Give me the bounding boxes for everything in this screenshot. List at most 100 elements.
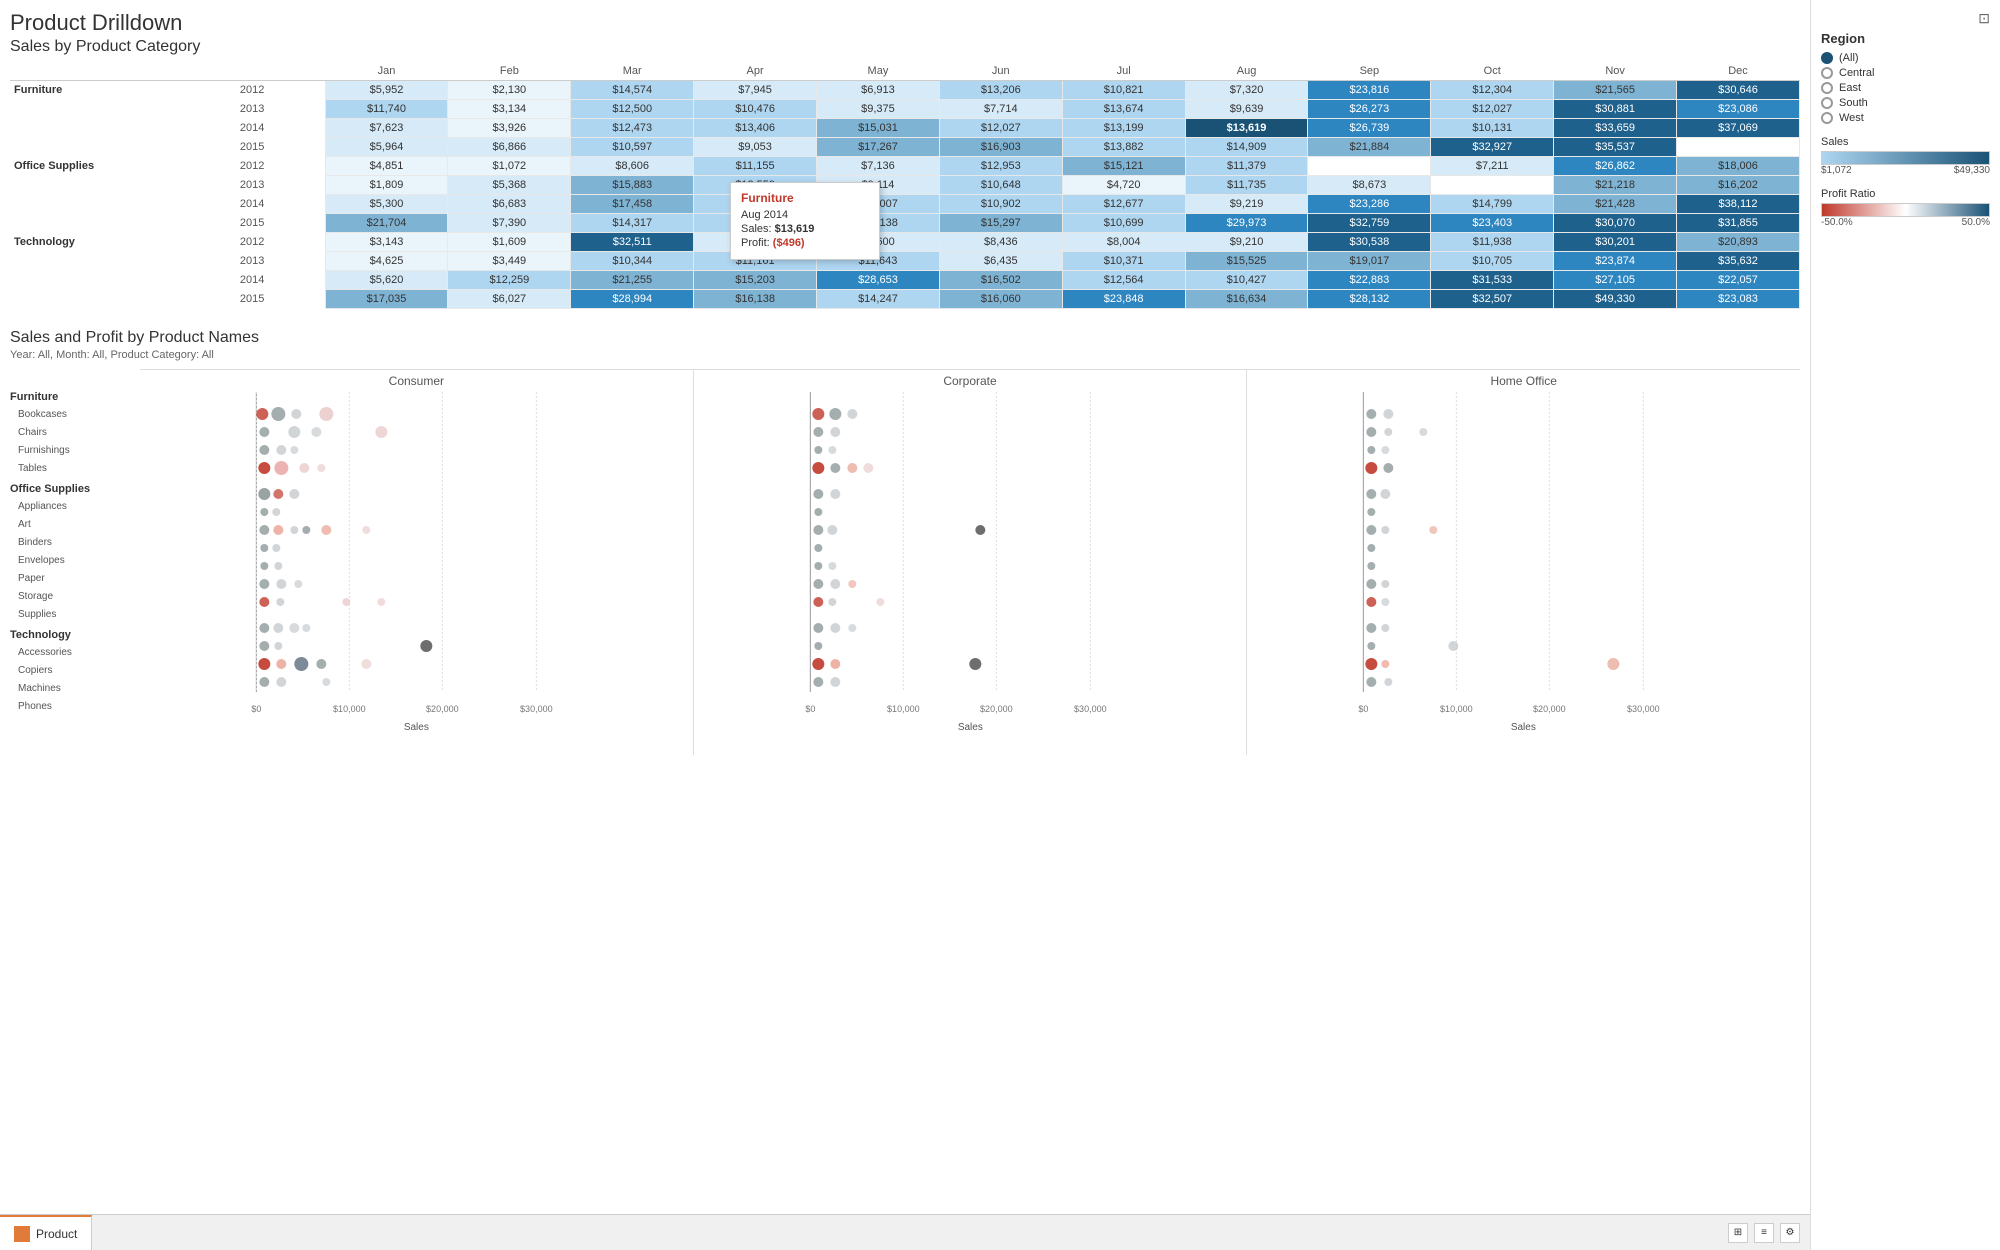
grid-view-btn[interactable]: ⊞ <box>1728 1223 1748 1243</box>
table-row[interactable]: $12,259 <box>448 271 571 290</box>
table-row[interactable]: $10,371 <box>1062 252 1185 271</box>
table-row[interactable]: $9,375 <box>817 100 940 119</box>
table-row[interactable]: $14,247 <box>817 290 940 309</box>
table-row[interactable]: $12,304 <box>1431 81 1554 100</box>
table-row[interactable]: $13,199 <box>1062 119 1185 138</box>
table-row[interactable]: $26,862 <box>1554 157 1677 176</box>
table-row[interactable]: $32,927 <box>1431 138 1554 157</box>
table-row[interactable]: $3,143 <box>325 233 448 252</box>
table-row[interactable]: $7,136 <box>817 157 940 176</box>
table-row[interactable]: $23,816 <box>1308 81 1431 100</box>
table-row[interactable]: $14,574 <box>571 81 694 100</box>
table-row[interactable]: $14,909 <box>1185 138 1308 157</box>
region-all-item[interactable]: (All) <box>1821 52 1990 64</box>
table-row[interactable]: $3,449 <box>448 252 571 271</box>
table-row[interactable]: $9,639 <box>1185 100 1308 119</box>
table-row[interactable]: $16,903 <box>939 138 1062 157</box>
region-east-item[interactable]: East <box>1821 82 1990 94</box>
product-tab[interactable]: Product <box>0 1215 92 1250</box>
table-row[interactable] <box>1677 138 1800 157</box>
table-row[interactable]: $13,619 <box>1185 119 1308 138</box>
region-central-item[interactable]: Central <box>1821 67 1990 79</box>
table-row[interactable]: $7,945 <box>694 81 817 100</box>
table-row[interactable]: $14,317 <box>571 214 694 233</box>
region-all-radio[interactable] <box>1821 52 1833 64</box>
table-row[interactable]: $10,699 <box>1062 214 1185 233</box>
table-row[interactable]: $6,866 <box>448 138 571 157</box>
table-row[interactable]: $3,134 <box>448 100 571 119</box>
table-row[interactable]: $23,403 <box>1431 214 1554 233</box>
table-row[interactable]: $1,609 <box>448 233 571 252</box>
table-row[interactable]: $16,202 <box>1677 176 1800 195</box>
table-row[interactable]: $4,851 <box>325 157 448 176</box>
table-row[interactable]: $5,300 <box>325 195 448 214</box>
table-row[interactable]: $21,255 <box>571 271 694 290</box>
table-row[interactable]: $11,938 <box>1431 233 1554 252</box>
table-row[interactable]: $22,883 <box>1308 271 1431 290</box>
table-row[interactable]: $17,458 <box>571 195 694 214</box>
table-row[interactable]: $8,673 <box>1308 176 1431 195</box>
table-row[interactable]: $5,952 <box>325 81 448 100</box>
table-row[interactable]: $21,218 <box>1554 176 1677 195</box>
table-row[interactable]: $11,379 <box>1185 157 1308 176</box>
table-row[interactable]: $7,714 <box>939 100 1062 119</box>
region-west-radio[interactable] <box>1821 112 1833 124</box>
table-row[interactable]: $16,502 <box>939 271 1062 290</box>
table-row[interactable]: $12,473 <box>571 119 694 138</box>
table-row[interactable]: $30,646 <box>1677 81 1800 100</box>
table-row[interactable]: $5,368 <box>448 176 571 195</box>
table-row[interactable]: $8,436 <box>939 233 1062 252</box>
table-row[interactable]: $1,809 <box>325 176 448 195</box>
table-row[interactable]: $19,017 <box>1308 252 1431 271</box>
table-row[interactable]: $32,759 <box>1308 214 1431 233</box>
export-icon[interactable]: ⊡ <box>1978 10 1990 26</box>
table-row[interactable]: $23,286 <box>1308 195 1431 214</box>
table-row[interactable]: $10,597 <box>571 138 694 157</box>
table-row[interactable]: $26,273 <box>1308 100 1431 119</box>
table-row[interactable]: $7,211 <box>1431 157 1554 176</box>
table-row[interactable]: $7,623 <box>325 119 448 138</box>
table-row[interactable]: $7,390 <box>448 214 571 233</box>
table-row[interactable]: $23,848 <box>1062 290 1185 309</box>
table-row[interactable]: $31,533 <box>1431 271 1554 290</box>
table-row[interactable]: $13,882 <box>1062 138 1185 157</box>
table-row[interactable]: $30,201 <box>1554 233 1677 252</box>
table-row[interactable]: $8,004 <box>1062 233 1185 252</box>
table-row[interactable]: $2,130 <box>448 81 571 100</box>
table-row[interactable]: $12,027 <box>939 119 1062 138</box>
table-row[interactable]: $11,735 <box>1185 176 1308 195</box>
table-row[interactable]: $8,606 <box>571 157 694 176</box>
table-row[interactable]: $21,565 <box>1554 81 1677 100</box>
table-row[interactable]: $37,069 <box>1677 119 1800 138</box>
table-row[interactable]: $11,740 <box>325 100 448 119</box>
table-row[interactable]: $12,500 <box>571 100 694 119</box>
table-row[interactable]: $16,138 <box>694 290 817 309</box>
table-row[interactable]: $6,913 <box>817 81 940 100</box>
table-row[interactable]: $16,060 <box>939 290 1062 309</box>
table-row[interactable]: $9,053 <box>694 138 817 157</box>
table-row[interactable]: $49,330 <box>1554 290 1677 309</box>
table-row[interactable]: $18,006 <box>1677 157 1800 176</box>
table-row[interactable]: $9,210 <box>1185 233 1308 252</box>
table-row[interactable]: $20,893 <box>1677 233 1800 252</box>
region-south-item[interactable]: South <box>1821 97 1990 109</box>
table-row[interactable]: $28,994 <box>571 290 694 309</box>
table-row[interactable]: $15,203 <box>694 271 817 290</box>
table-row[interactable]: $4,625 <box>325 252 448 271</box>
table-row[interactable]: $4,720 <box>1062 176 1185 195</box>
table-row[interactable]: $10,821 <box>1062 81 1185 100</box>
table-row[interactable]: $3,926 <box>448 119 571 138</box>
settings-btn[interactable]: ⚙ <box>1780 1223 1800 1243</box>
table-row[interactable] <box>1308 157 1431 176</box>
region-central-radio[interactable] <box>1821 67 1833 79</box>
table-row[interactable]: $10,427 <box>1185 271 1308 290</box>
table-row[interactable]: $16,634 <box>1185 290 1308 309</box>
table-row[interactable]: $21,704 <box>325 214 448 233</box>
table-row[interactable]: $10,131 <box>1431 119 1554 138</box>
table-row[interactable]: $27,105 <box>1554 271 1677 290</box>
table-row[interactable]: $6,683 <box>448 195 571 214</box>
table-row[interactable]: $6,435 <box>939 252 1062 271</box>
table-row[interactable]: $15,297 <box>939 214 1062 233</box>
table-row[interactable]: $7,320 <box>1185 81 1308 100</box>
table-row[interactable]: $15,525 <box>1185 252 1308 271</box>
